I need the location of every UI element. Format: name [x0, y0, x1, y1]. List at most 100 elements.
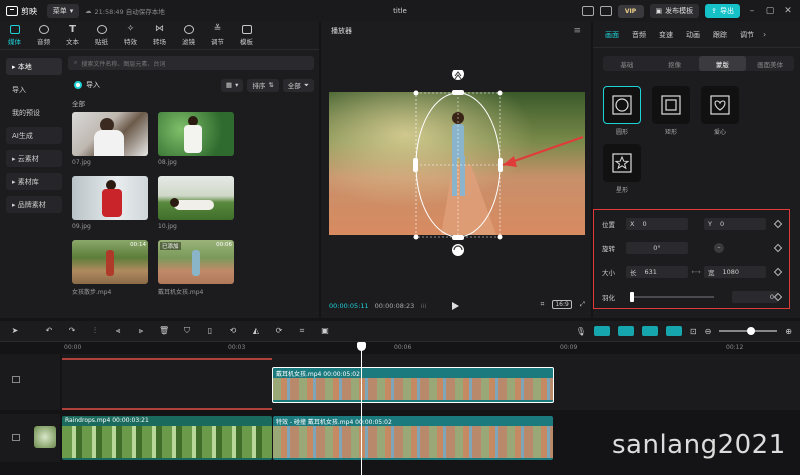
mirror-icon[interactable]: ◭ [251, 326, 261, 336]
sort-button[interactable]: 排序 ⇅ [247, 78, 279, 92]
fit-icon[interactable]: ⊡ [690, 327, 697, 336]
split-right-icon[interactable]: ⫸ [136, 326, 146, 336]
feather-slider[interactable] [630, 292, 714, 302]
sidenav-ai-generate[interactable]: AI生成 [6, 127, 62, 144]
media-item[interactable]: 已添加 00:06 戴耳机女孩.mp4 [158, 240, 234, 296]
slider-knob[interactable] [630, 292, 634, 302]
mask-circle[interactable]: 圆形 [603, 86, 641, 136]
maximize-icon[interactable]: ▢ [764, 6, 776, 16]
search-input[interactable]: ⌕ 搜索文件名称、图层元素、台词 [68, 56, 314, 70]
zoom-in-icon[interactable]: ⊕ [785, 327, 792, 336]
mask-star[interactable]: 星形 [603, 144, 641, 194]
split-left-icon[interactable]: ⫷ [113, 326, 123, 336]
freeze-icon[interactable]: ▯ [205, 326, 215, 336]
publish-template-button[interactable]: ▣ 发布模板 [649, 4, 700, 18]
rotate-icon[interactable]: ⟳ [274, 326, 284, 336]
crop-icon[interactable]: ⌗ [297, 326, 307, 336]
subtab-mask[interactable]: 蒙版 [698, 56, 747, 71]
timeline-grid-icon[interactable]: ⁞⁞⁞ [420, 302, 426, 310]
shortcut-icon[interactable] [599, 6, 612, 16]
media-item[interactable]: 08.jpg [158, 112, 234, 166]
zoom-out-icon[interactable]: ⊖ [705, 327, 712, 336]
media-item[interactable]: 00:14 女孩散步.mp4 [72, 240, 148, 296]
subtab-basic[interactable]: 基础 [603, 56, 651, 71]
tab-transition[interactable]: ⋈ 转场 [145, 22, 174, 49]
import-button[interactable]: 导入 [74, 80, 100, 90]
playhead[interactable] [361, 342, 362, 475]
tab-animation[interactable]: 动画 [682, 30, 704, 40]
tab-sticker[interactable]: 贴纸 [87, 22, 116, 49]
cover-thumbnail[interactable] [34, 426, 56, 448]
magnet-icon[interactable] [617, 326, 634, 336]
tab-media[interactable]: 媒体 [0, 22, 29, 49]
preview-axis-icon[interactable] [665, 326, 682, 336]
track-video-icon[interactable] [12, 434, 20, 441]
feather-value-field[interactable]: 0 [732, 291, 778, 303]
aspect-ratio-button[interactable]: 16:9 [552, 300, 572, 309]
menu-button[interactable]: 菜单 ▾ [47, 4, 79, 18]
media-item[interactable]: 07.jpg [72, 112, 148, 166]
subtab-cutout[interactable]: 抠像 [651, 56, 699, 71]
playhead-handle[interactable] [357, 342, 366, 351]
main-video-clip-raindrops[interactable]: Raindrops.mp4 00:00:03:21 [62, 416, 272, 460]
media-item[interactable]: 09.jpg [72, 176, 148, 230]
select-cursor-icon[interactable]: ➤ [10, 326, 20, 336]
sidenav-import[interactable]: 导入 [6, 81, 62, 98]
tab-text[interactable]: T 文本 [58, 22, 87, 49]
video-canvas[interactable] [321, 68, 591, 270]
sidenav-presets[interactable]: 我的预设 [6, 104, 62, 121]
keyframe-icon[interactable] [773, 267, 783, 277]
keyframe-icon[interactable] [773, 243, 783, 253]
close-icon[interactable]: ✕ [782, 6, 794, 16]
sidenav-brand[interactable]: ▸ 品牌素材 [6, 196, 62, 213]
position-x-field[interactable]: X 0 [626, 218, 688, 230]
tab-adjust[interactable]: 调节 [736, 30, 758, 40]
export-button[interactable]: ⇪ 导出 [705, 4, 740, 18]
tab-filter[interactable]: 滤镜 [174, 22, 203, 49]
tab-template[interactable]: 模板 [232, 22, 261, 49]
sidenav-cloud[interactable]: ▸ 云素材 [6, 150, 62, 167]
media-item[interactable]: 10.jpg [158, 176, 234, 230]
play-icon[interactable] [452, 302, 459, 310]
rotate-dial-icon[interactable]: – [714, 243, 724, 253]
sidenav-library[interactable]: ▸ 素材库 [6, 173, 62, 190]
track-video-icon[interactable] [12, 376, 20, 383]
split-icon[interactable]: ⫶ [90, 326, 100, 336]
link-clips-icon[interactable] [593, 326, 610, 336]
filter-button[interactable]: 全部 ⏷ [282, 78, 314, 92]
vip-button[interactable]: VIP [617, 4, 644, 18]
link-icon[interactable]: ⟷ [688, 268, 704, 276]
mask-rect[interactable]: 矩形 [652, 86, 690, 136]
tab-picture[interactable]: 画面 [601, 30, 623, 40]
microphone-icon[interactable]: 🎙 [576, 327, 586, 336]
menu-icon[interactable]: ≡ [573, 26, 581, 36]
main-video-clip-girl[interactable]: 特效 - 碰撞 戴耳机女孩.mp4 00:00:05:02 [273, 416, 553, 460]
height-field[interactable]: 宽 1080 [704, 266, 766, 278]
reverse-icon[interactable]: ⟲ [228, 326, 238, 336]
subtab-body[interactable]: 画面美体 [746, 56, 794, 71]
sidenav-local[interactable]: ▸ 本地 [6, 58, 62, 75]
fullscreen-icon[interactable]: ⤢ [580, 300, 585, 309]
position-y-field[interactable]: Y 0 [704, 218, 766, 230]
overlay-video-clip[interactable]: 戴耳机女孩.mp4 00:00:05:02 [272, 367, 554, 403]
mask-heart[interactable]: 爱心 [701, 86, 739, 136]
rotate-field[interactable]: 0° [626, 242, 688, 254]
snap-icon[interactable] [641, 326, 658, 336]
view-mode-button[interactable]: ▦ ▾ [220, 78, 244, 92]
zoom-slider[interactable] [719, 327, 778, 335]
tab-tracking[interactable]: 跟踪 [709, 30, 731, 40]
screen-icon[interactable]: ▣ [320, 326, 330, 336]
tab-effects[interactable]: ✧ 特效 [116, 22, 145, 49]
chevron-right-icon[interactable]: › [763, 30, 766, 39]
tab-audio[interactable]: 音频 [628, 30, 650, 40]
keyframe-icon[interactable] [773, 219, 783, 229]
width-field[interactable]: 长 631 [626, 266, 688, 278]
redo-icon[interactable]: ↷ [67, 326, 77, 336]
zoom-knob[interactable] [747, 327, 756, 335]
tab-speed[interactable]: 变速 [655, 30, 677, 40]
marker-icon[interactable]: ⛉ [182, 326, 192, 336]
tab-adjust[interactable]: ≚ 调节 [203, 22, 232, 49]
minimize-icon[interactable]: – [746, 6, 758, 16]
tab-audio[interactable]: 音频 [29, 22, 58, 49]
layout-icon[interactable] [581, 6, 594, 16]
